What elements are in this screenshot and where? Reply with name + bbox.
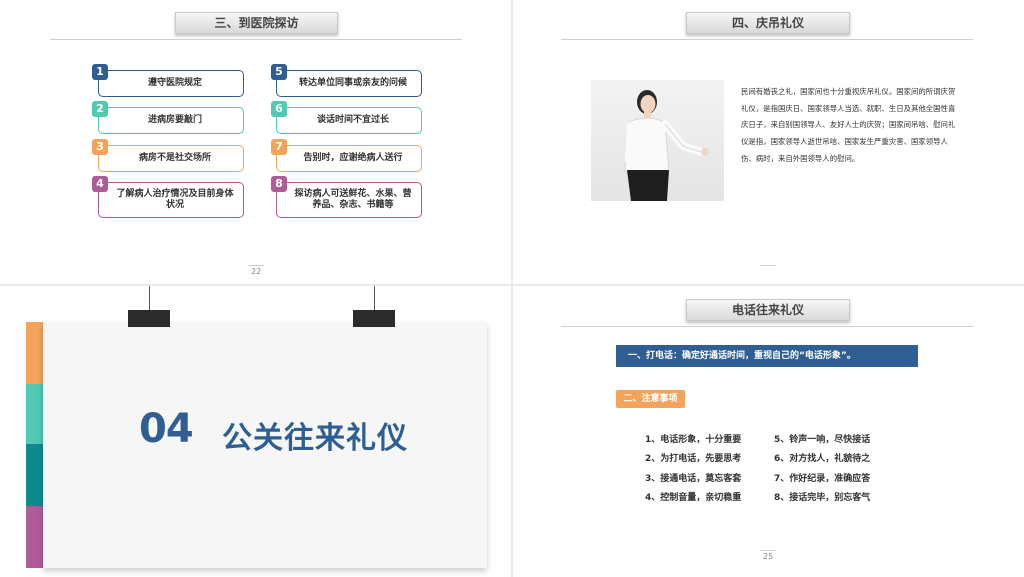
badge-1: 1 [92, 64, 108, 80]
badge-4: 4 [92, 176, 108, 192]
notes-tag: 二、注意事项 [616, 390, 685, 408]
slide-phone-etiquette[interactable]: 电话往来礼仪 一、打电话：确定好通话时间，重视自己的“电话形象”。 二、注意事项… [513, 286, 1024, 577]
section-number: 04 [139, 406, 194, 452]
item-3: 病房不是社交场所 [98, 145, 244, 172]
badge-2: 2 [92, 101, 108, 117]
item-text: 病房不是社交场所 [138, 153, 211, 163]
item-2: 进病房要敲门 [98, 107, 244, 134]
stripe-teal [26, 384, 43, 444]
tip-item: 4、控制音量，亲切稳重 [645, 493, 742, 503]
stripe-orange [26, 322, 43, 384]
item-text: 转达单位同事或亲友的问候 [298, 78, 407, 88]
title-divider [561, 39, 973, 40]
title-divider [561, 326, 973, 327]
binder-clip-right [353, 310, 395, 327]
tip-item: 8、接话完毕，别忘客气 [774, 493, 871, 503]
slide-ceremony-etiquette[interactable]: 四、庆吊礼仪 民间有婚丧之礼，国家间也十分重视庆吊礼仪。国家间的所谓庆贺礼仪，是… [513, 0, 1024, 284]
badge-5: 5 [271, 64, 287, 80]
call-banner: 一、打电话：确定好通话时间，重视自己的“电话形象”。 [616, 345, 918, 367]
item-text: 遵守医院规定 [147, 78, 202, 88]
slide-title: 电话往来礼仪 [686, 299, 850, 321]
clip-wire-right [374, 286, 375, 310]
badge-6: 6 [271, 101, 287, 117]
ceremony-paragraph: 民间有婚丧之礼，国家间也十分重视庆吊礼仪。国家间的所谓庆贺礼仪，是指国庆日、国家… [741, 87, 956, 163]
item-text: 告别时，应谢绝病人送行 [303, 153, 403, 163]
item-7: 告别时，应谢绝病人送行 [276, 145, 422, 172]
slide-grid: 三、到医院探访 遵守医院规定 1 进病房要敲门 2 病房不是社交场所 3 了解病… [0, 0, 1024, 577]
tip-item: 5、铃声一响，尽快接话 [774, 435, 871, 445]
page-number: 22 [251, 267, 262, 276]
page-number: 25 [763, 552, 774, 561]
slide-title: 四、庆吊礼仪 [686, 12, 850, 34]
stripe-purple [26, 506, 43, 568]
item-text: 探访病人可送鲜花、水果、营养品、杂志、书籍等 [294, 189, 412, 210]
page-line [760, 550, 776, 551]
section-title: 公关往来礼仪 [222, 421, 408, 456]
badge-7: 7 [271, 139, 287, 155]
slide-title: 三、到医院探访 [175, 12, 338, 34]
page-line [760, 265, 776, 266]
item-text: 进病房要敲门 [147, 115, 202, 125]
item-1: 遵守医院规定 [98, 70, 244, 97]
tip-item: 1、电话形象，十分重要 [645, 435, 742, 445]
slide-hospital-visit[interactable]: 三、到医院探访 遵守医院规定 1 进病房要敲门 2 病房不是社交场所 3 了解病… [0, 0, 511, 284]
item-text: 了解病人治疗情况及目前身体状况 [116, 189, 234, 210]
stripe-dark-teal [26, 444, 43, 506]
badge-8: 8 [271, 176, 287, 192]
slide-section-cover[interactable]: 04 公关往来礼仪 [0, 286, 511, 577]
clip-wire-left [149, 286, 150, 310]
binder-clip-left [128, 310, 170, 327]
item-4: 了解病人治疗情况及目前身体状况 [98, 182, 244, 218]
tip-item: 6、对方找人，礼貌待之 [774, 454, 871, 464]
title-divider [50, 39, 462, 40]
item-text: 谈话时间不宜过长 [316, 115, 389, 125]
tip-item: 7、作好纪录，准确应答 [774, 474, 871, 484]
tip-item: 2、为打电话，先要思考 [645, 454, 742, 464]
item-5: 转达单位同事或亲友的问候 [276, 70, 422, 97]
item-8: 探访病人可送鲜花、水果、营养品、杂志、书籍等 [276, 182, 422, 218]
item-6: 谈话时间不宜过长 [276, 107, 422, 134]
tip-item: 3、接通电话，莫忘客套 [645, 474, 742, 484]
presenter-photo [591, 80, 724, 201]
badge-3: 3 [92, 139, 108, 155]
presenter-illustration [624, 90, 709, 201]
page-line [248, 265, 264, 266]
